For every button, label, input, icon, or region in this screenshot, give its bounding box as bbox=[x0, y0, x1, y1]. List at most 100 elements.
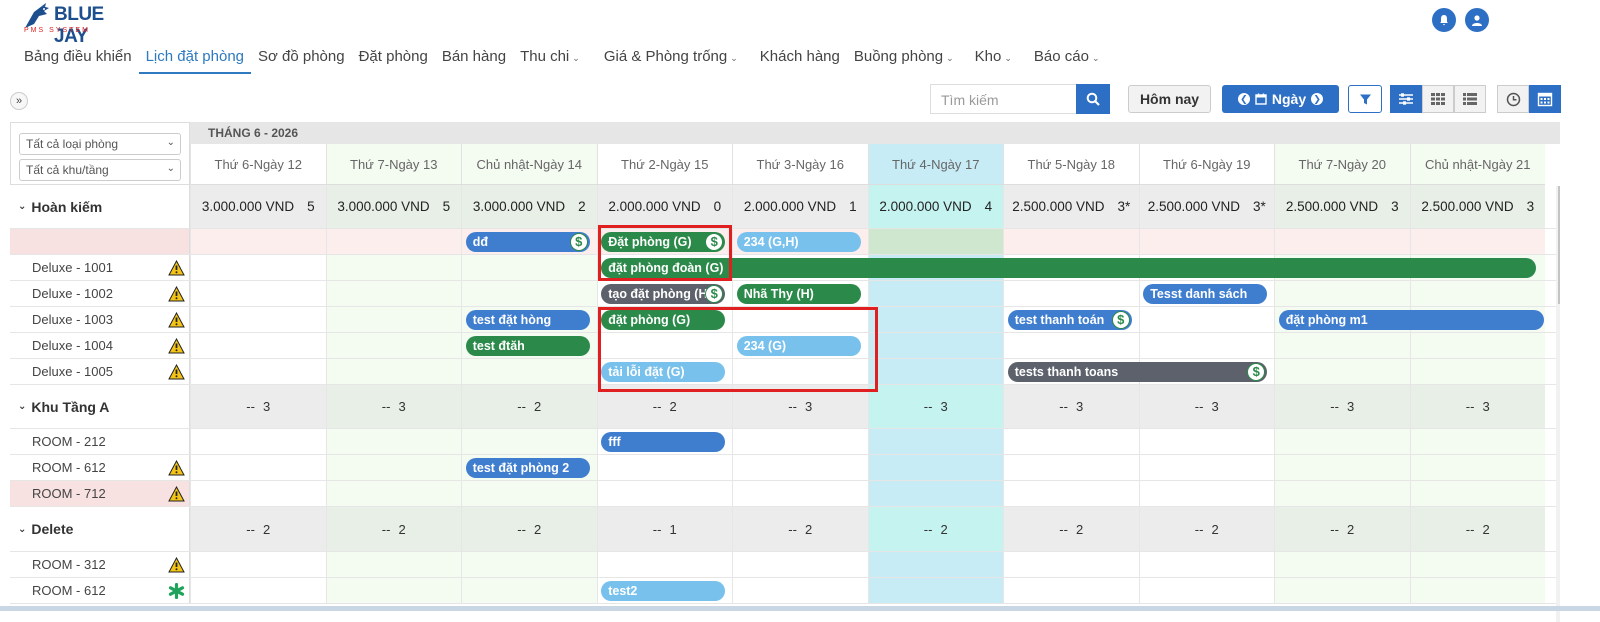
room-label[interactable]: ROOM - 312 bbox=[10, 552, 190, 577]
search-input[interactable]: Tìm kiếm bbox=[930, 84, 1076, 114]
room-day-cell[interactable] bbox=[461, 429, 597, 454]
room-label[interactable]: ROOM - 612 bbox=[10, 578, 190, 603]
room-label[interactable]: Deluxe - 1003 bbox=[10, 307, 190, 332]
notifications-button[interactable] bbox=[1432, 8, 1456, 32]
group-availability-cell[interactable]: -- 2 bbox=[1003, 507, 1139, 551]
room-group-toggle[interactable]: ⌄ Khu Tầng A bbox=[10, 385, 190, 428]
expand-sidebar-button[interactable]: » bbox=[10, 92, 28, 110]
room-day-cell[interactable] bbox=[732, 455, 868, 480]
group-availability-cell[interactable]: 2.000.000 VND 0 bbox=[596, 185, 732, 228]
nav-warehouse[interactable]: Kho ⌄ bbox=[968, 42, 1019, 74]
group-availability-cell[interactable]: -- 2 bbox=[867, 507, 1003, 551]
room-day-cell[interactable] bbox=[1003, 229, 1139, 254]
grid-view-button[interactable] bbox=[1422, 85, 1454, 113]
room-day-cell[interactable] bbox=[1409, 359, 1545, 384]
room-day-cell[interactable] bbox=[1138, 307, 1274, 332]
room-day-cell[interactable] bbox=[1003, 455, 1139, 480]
group-availability-cell[interactable]: 2.500.000 VND 3* bbox=[1003, 185, 1139, 228]
room-day-cell[interactable] bbox=[1409, 455, 1545, 480]
room-day-cell[interactable] bbox=[1409, 552, 1545, 577]
room-day-cell[interactable] bbox=[1138, 455, 1274, 480]
filter-button[interactable] bbox=[1348, 85, 1382, 113]
room-day-cell[interactable] bbox=[190, 255, 326, 280]
room-day-cell[interactable] bbox=[325, 578, 461, 603]
room-day-cell[interactable] bbox=[1138, 552, 1274, 577]
room-day-cell[interactable] bbox=[1274, 281, 1410, 306]
room-day-cell[interactable] bbox=[1409, 578, 1545, 603]
room-day-cell[interactable] bbox=[461, 481, 597, 506]
room-day-cell[interactable] bbox=[867, 481, 1003, 506]
room-day-cell[interactable] bbox=[1003, 578, 1139, 603]
group-availability-cell[interactable]: -- 2 bbox=[190, 507, 326, 551]
room-day-cell[interactable] bbox=[732, 552, 868, 577]
booking-bar[interactable]: fff bbox=[601, 432, 726, 452]
room-day-cell[interactable] bbox=[190, 552, 326, 577]
sliders-view-button[interactable] bbox=[1390, 85, 1422, 113]
room-day-cell[interactable] bbox=[1409, 333, 1545, 358]
brand-logo[interactable]: BLUE JAY PMS SYSTEM bbox=[22, 2, 122, 47]
room-day-cell[interactable] bbox=[325, 455, 461, 480]
group-availability-cell[interactable]: -- 3 bbox=[1138, 385, 1274, 428]
group-availability-cell[interactable]: 2.500.000 VND 3* bbox=[1138, 185, 1274, 228]
group-availability-cell[interactable]: -- 2 bbox=[1138, 507, 1274, 551]
room-label[interactable]: Deluxe - 1001 bbox=[10, 255, 190, 280]
room-label[interactable]: Deluxe - 1004 bbox=[10, 333, 190, 358]
nav-room-map[interactable]: Sơ đồ phòng bbox=[251, 42, 352, 74]
booking-bar[interactable]: test thanh toán $ bbox=[1007, 310, 1132, 330]
room-day-cell[interactable] bbox=[732, 429, 868, 454]
prev-icon[interactable]: ❮ bbox=[1237, 93, 1250, 105]
scrollbar-thumb[interactable] bbox=[1558, 186, 1560, 304]
room-day-cell[interactable] bbox=[1274, 455, 1410, 480]
group-availability-cell[interactable]: 2.500.000 VND 3 bbox=[1274, 185, 1410, 228]
nav-housekeeping[interactable]: Buồng phòng ⌄ bbox=[847, 42, 961, 74]
room-label[interactable]: ROOM - 612 bbox=[10, 455, 190, 480]
room-day-cell[interactable] bbox=[325, 255, 461, 280]
group-availability-cell[interactable]: -- 3 bbox=[1003, 385, 1139, 428]
booking-bar[interactable]: Nhã Thy (H) bbox=[736, 284, 861, 304]
room-day-cell[interactable] bbox=[325, 359, 461, 384]
room-day-cell[interactable] bbox=[867, 455, 1003, 480]
room-label[interactable]: ROOM - 712 bbox=[10, 481, 190, 506]
room-day-cell[interactable] bbox=[325, 333, 461, 358]
room-type-select[interactable]: Tất cả loại phòng ⌄ bbox=[19, 133, 181, 155]
room-day-cell[interactable] bbox=[867, 578, 1003, 603]
room-day-cell[interactable] bbox=[1274, 481, 1410, 506]
room-day-cell[interactable] bbox=[325, 281, 461, 306]
group-availability-cell[interactable]: -- 3 bbox=[867, 385, 1003, 428]
room-day-cell[interactable] bbox=[1274, 429, 1410, 454]
room-day-cell[interactable] bbox=[867, 333, 1003, 358]
room-day-cell[interactable] bbox=[461, 552, 597, 577]
calendar-mode-button[interactable] bbox=[1529, 85, 1561, 113]
today-button[interactable]: Hôm nay bbox=[1128, 85, 1211, 113]
booking-bar[interactable]: tạo đặt phòng (H) $ bbox=[601, 284, 726, 304]
room-day-cell[interactable] bbox=[867, 229, 1003, 254]
room-day-cell[interactable] bbox=[1409, 481, 1545, 506]
room-day-cell[interactable] bbox=[325, 552, 461, 577]
room-day-cell[interactable] bbox=[1138, 578, 1274, 603]
room-day-cell[interactable] bbox=[1274, 552, 1410, 577]
group-availability-cell[interactable]: 2.000.000 VND 1 bbox=[732, 185, 868, 228]
room-day-cell[interactable] bbox=[461, 281, 597, 306]
group-availability-cell[interactable]: -- 2 bbox=[461, 385, 597, 428]
room-day-cell[interactable] bbox=[1409, 229, 1545, 254]
room-day-cell[interactable] bbox=[1138, 429, 1274, 454]
nav-income-expense[interactable]: Thu chi ⌄ bbox=[513, 42, 587, 74]
list-view-button[interactable] bbox=[1454, 85, 1486, 113]
room-day-cell[interactable] bbox=[1274, 578, 1410, 603]
nav-rates-availability[interactable]: Giá & Phòng trống ⌄ bbox=[597, 42, 745, 74]
group-availability-cell[interactable]: -- 2 bbox=[732, 507, 868, 551]
room-day-cell[interactable] bbox=[1003, 281, 1139, 306]
room-day-cell[interactable] bbox=[190, 307, 326, 332]
room-day-cell[interactable] bbox=[461, 255, 597, 280]
nav-sales[interactable]: Bán hàng bbox=[435, 42, 513, 74]
room-group-toggle[interactable]: ⌄ Hoàn kiếm bbox=[10, 185, 190, 228]
room-label[interactable] bbox=[10, 229, 190, 254]
booking-bar[interactable]: đặt phòng m1 bbox=[1278, 310, 1544, 330]
group-availability-cell[interactable]: -- 2 bbox=[1409, 507, 1545, 551]
nav-booking-calendar[interactable]: Lịch đặt phòng bbox=[138, 42, 252, 74]
room-day-cell[interactable] bbox=[1003, 333, 1139, 358]
nav-booking[interactable]: Đặt phòng bbox=[352, 42, 435, 74]
room-day-cell[interactable] bbox=[867, 429, 1003, 454]
room-day-cell[interactable] bbox=[1003, 552, 1139, 577]
room-group-toggle[interactable]: ⌄ Delete bbox=[10, 507, 190, 551]
